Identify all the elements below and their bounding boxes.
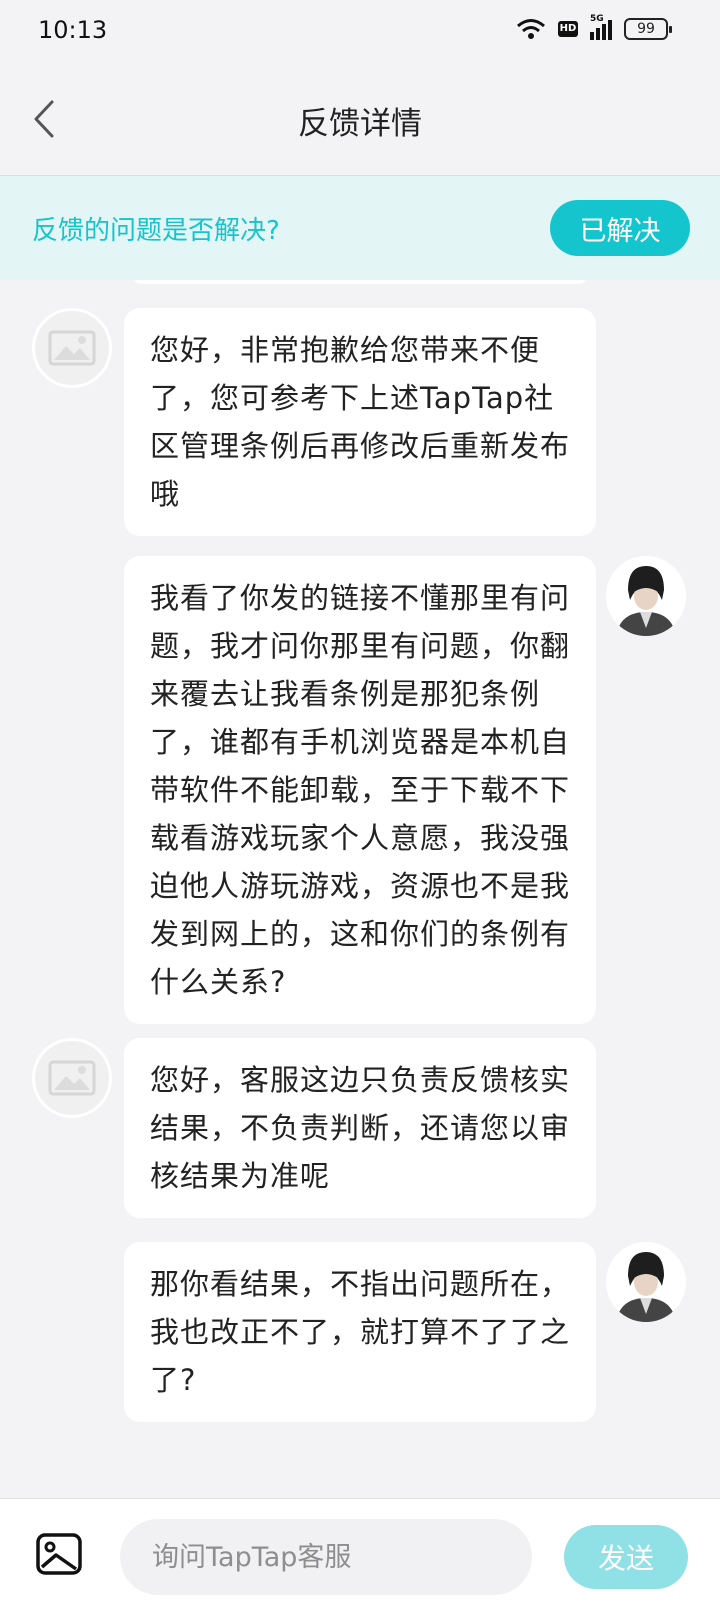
- message-bubble: 我看了你发的链接不懂那里有问题，我才问你那里有问题，你翻来覆去让我看条例是那犯条…: [124, 556, 596, 1024]
- resolved-button[interactable]: 已解决: [550, 200, 690, 256]
- image-icon: [36, 1533, 82, 1575]
- signal-icon: 5G: [590, 14, 612, 40]
- chat-area[interactable]: 您好，非常抱歉给您带来不便了，您可参考下上述TapTap社区管理条例后再修改后重…: [0, 280, 720, 1498]
- staff-avatar: [32, 308, 112, 388]
- nav-bar: 反馈详情: [0, 64, 720, 176]
- user-avatar: [606, 1242, 686, 1322]
- message-bubble: 那你看结果，不指出问题所在，我也改正不了，就打算不了了之了?: [124, 1242, 596, 1422]
- staff-avatar: [32, 1038, 112, 1118]
- user-avatar-icon: [606, 1242, 686, 1322]
- image-upload-button[interactable]: [36, 1533, 82, 1575]
- user-avatar-icon: [606, 556, 686, 636]
- wifi-icon: [517, 19, 545, 39]
- resolve-banner: 反馈的问题是否解决? 已解决: [0, 176, 720, 280]
- page-title: 反馈详情: [298, 106, 422, 142]
- broken-image-icon: [48, 330, 96, 366]
- hd-badge: HD: [558, 21, 578, 37]
- broken-image-icon: [48, 1060, 96, 1096]
- resolve-question: 反馈的问题是否解决?: [32, 216, 280, 246]
- message-bubble: 您好，非常抱歉给您带来不便了，您可参考下上述TapTap社区管理条例后再修改后重…: [124, 308, 596, 536]
- status-time: 10:13: [38, 16, 108, 44]
- network-type: 5G: [590, 14, 604, 24]
- message-input[interactable]: [120, 1519, 532, 1595]
- message-bubble-partial: [132, 280, 588, 284]
- input-bar: 发送: [0, 1498, 720, 1612]
- message-bubble: 您好，客服这边只负责反馈核实结果，不负责判断，还请您以审核结果为准呢: [124, 1038, 596, 1218]
- send-button[interactable]: 发送: [564, 1525, 688, 1589]
- battery-icon: 99: [624, 18, 672, 40]
- status-bar: 10:13 HD 5G 99: [0, 0, 720, 64]
- user-avatar: [606, 556, 686, 636]
- status-icons: HD 5G 99: [516, 14, 672, 40]
